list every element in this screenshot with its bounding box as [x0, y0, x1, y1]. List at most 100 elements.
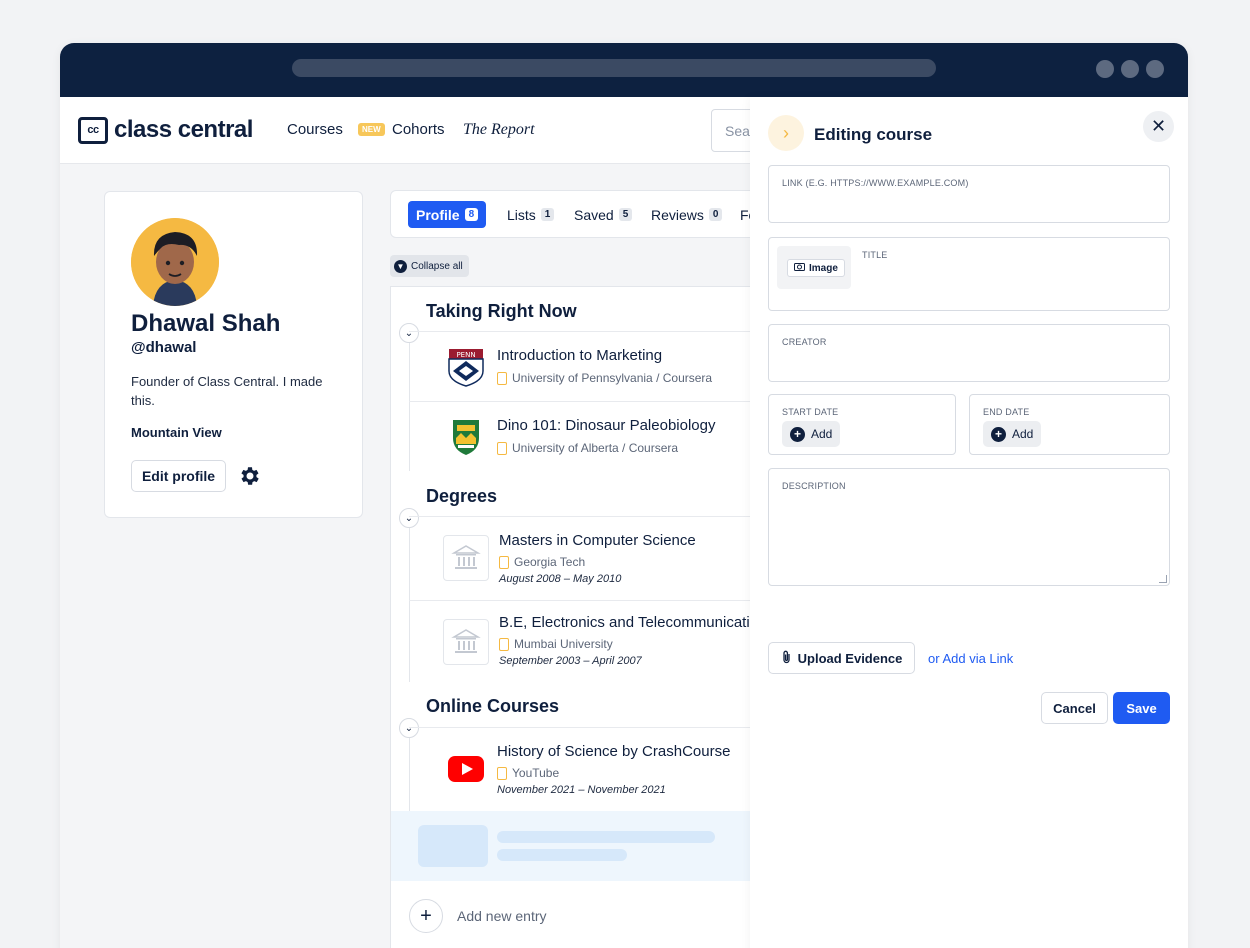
item-title: B.E, Electronics and Telecommunicatio [499, 614, 759, 631]
description-field[interactable]: DESCRIPTION [768, 468, 1170, 586]
item-date: August 2008 – May 2010 [499, 573, 622, 585]
cancel-button[interactable]: Cancel [1041, 692, 1108, 724]
paperclip-icon [781, 650, 792, 667]
bookmark-icon [497, 441, 507, 455]
bookmark-icon [499, 637, 509, 651]
chevron-right-icon[interactable]: › [768, 115, 804, 151]
item-title: Introduction to Marketing [497, 347, 663, 364]
institution-icon [443, 535, 489, 581]
plus-icon: + [790, 426, 805, 442]
close-icon[interactable]: ✕ [1143, 111, 1174, 142]
end-date-field: END DATE + Add [969, 394, 1170, 455]
tab-count: 0 [708, 208, 723, 221]
item-provider-text: YouTube [512, 766, 560, 780]
upload-evidence-button[interactable]: Upload Evidence [768, 642, 915, 674]
add-new-entry-label: Add new entry [457, 908, 547, 924]
new-badge: NEW [358, 123, 385, 136]
item-title: History of Science by CrashCourse [497, 743, 731, 760]
chevron-down-icon: ▼ [394, 259, 407, 273]
title-field[interactable]: Image TITLE [768, 237, 1170, 311]
add-end-date-button[interactable]: + Add [983, 421, 1042, 447]
upenn-logo-icon: PENN [443, 344, 489, 390]
title-field-label: TITLE [862, 250, 888, 260]
list-item[interactable]: PENN Introduction to Marketing Universit… [409, 331, 770, 401]
start-date-label: START DATE [782, 407, 839, 417]
description-field-label: DESCRIPTION [782, 481, 846, 491]
collapse-all-label: Collapse all [411, 260, 463, 272]
list-item[interactable]: Masters in Computer Science Georgia Tech… [409, 516, 770, 600]
address-bar[interactable] [292, 59, 936, 77]
image-slot: Image [777, 246, 851, 289]
collapse-all-button[interactable]: ▼ Collapse all [390, 255, 469, 277]
logo-mark: cc [78, 116, 108, 144]
tab-lists[interactable]: Lists 1 [499, 201, 562, 228]
resize-handle-icon[interactable] [1159, 575, 1167, 583]
item-title: Dino 101: Dinosaur Paleobiology [497, 417, 716, 434]
tab-saved[interactable]: Saved 5 [566, 201, 640, 228]
window-dot-icon [1096, 60, 1114, 78]
bookmark-icon [497, 371, 507, 385]
add-image-button[interactable]: Image [787, 259, 845, 277]
image-button-label: Image [809, 262, 838, 274]
end-date-label: END DATE [983, 407, 1030, 417]
svg-text:PENN: PENN [456, 351, 475, 359]
profile-card: Dhawal Shah @dhawal Founder of Class Cen… [104, 191, 363, 518]
item-provider: University of Pennsylvania / Coursera [497, 371, 712, 385]
link-field-label: LINK (E.G. HTTPS://WWW.EXAMPLE.COM) [782, 178, 969, 188]
link-field[interactable]: LINK (E.G. HTTPS://WWW.EXAMPLE.COM) [768, 165, 1170, 223]
add-new-entry-button[interactable]: + Add new entry [409, 899, 547, 933]
edit-profile-button[interactable]: Edit profile [131, 460, 226, 492]
add-via-link[interactable]: or Add via Link [928, 651, 1013, 666]
loading-placeholder [391, 811, 770, 881]
ualberta-logo-icon [443, 414, 489, 460]
upload-evidence-label: Upload Evidence [797, 650, 903, 666]
bookmark-icon [499, 555, 509, 569]
nav-the-report[interactable]: The Report [463, 121, 535, 139]
bookmark-icon [497, 766, 507, 780]
tab-reviews[interactable]: Reviews 0 [643, 201, 730, 228]
add-start-date-button[interactable]: + Add [782, 421, 841, 447]
tab-count: 8 [464, 208, 479, 221]
start-date-field: START DATE + Add [768, 394, 956, 455]
browser-window: cc class central Courses NEW Cohorts The… [60, 43, 1188, 948]
profile-name: Dhawal Shah [131, 310, 281, 337]
camera-icon [794, 262, 805, 274]
item-title: Masters in Computer Science [499, 532, 696, 549]
institution-icon [443, 619, 489, 665]
gear-icon[interactable] [238, 464, 262, 488]
section-title-degrees: Degrees [426, 486, 498, 506]
item-provider: University of Alberta / Coursera [497, 441, 678, 455]
tab-label: Lists [507, 206, 536, 223]
plus-icon: + [409, 899, 443, 933]
nav-courses[interactable]: Courses [287, 121, 343, 138]
tab-label: Saved [574, 206, 614, 223]
list-item[interactable]: B.E, Electronics and Telecommunicatio Mu… [409, 600, 770, 682]
creator-field-label: CREATOR [782, 337, 827, 347]
logo-text: class central [114, 116, 253, 143]
creator-field[interactable]: CREATOR [768, 324, 1170, 382]
profile-location: Mountain View [131, 425, 222, 440]
item-provider-text: University of Pennsylvania / Coursera [512, 371, 713, 385]
save-button[interactable]: Save [1113, 692, 1170, 724]
profile-entries-panel: Taking Right Now ⌄ PENN Introduction to … [390, 286, 770, 948]
avatar [131, 218, 219, 306]
item-date: November 2021 – November 2021 [497, 784, 666, 796]
add-label: Add [811, 427, 833, 441]
profile-handle: @dhawal [131, 339, 197, 356]
item-provider: Mumbai University [499, 637, 613, 651]
item-provider-text: Georgia Tech [514, 555, 586, 569]
list-item[interactable]: Dino 101: Dinosaur Paleobiology Universi… [409, 401, 770, 471]
item-provider: Georgia Tech [499, 555, 585, 569]
profile-tabs: Profile 8 Lists 1 Saved 5 Reviews 0 Fo [390, 190, 770, 238]
tab-count: 5 [618, 208, 633, 221]
nav-cohorts[interactable]: Cohorts [392, 121, 445, 138]
class-central-logo[interactable]: cc class central [78, 116, 253, 144]
item-provider: YouTube [497, 766, 559, 780]
item-date: September 2003 – April 2007 [499, 655, 642, 667]
window-dot-icon [1146, 60, 1164, 78]
list-item[interactable]: History of Science by CrashCourse YouTub… [409, 727, 770, 811]
tab-profile[interactable]: Profile 8 [408, 201, 487, 228]
tab-label: Profile [416, 206, 460, 223]
youtube-logo-icon [443, 746, 489, 792]
plus-icon: + [991, 426, 1006, 442]
